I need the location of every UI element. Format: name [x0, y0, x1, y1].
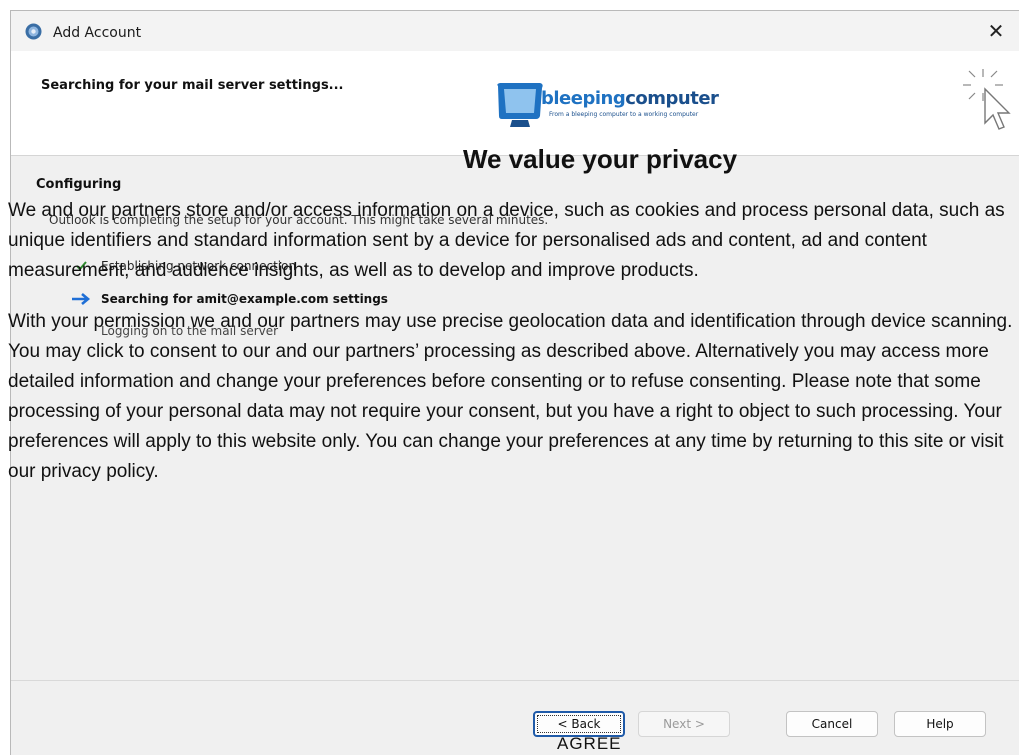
consent-line: With your permission we and our partners… [8, 311, 1013, 332]
section-title: Configuring [36, 177, 122, 192]
consent-title: We value your privacy [462, 144, 738, 174]
wizard-footer: < Back Next > Cancel Help [11, 681, 1019, 755]
monitor-logo-icon [497, 83, 543, 127]
consent-paragraph-2: With your permission we and our partners… [8, 307, 1019, 487]
privacy-policy-link[interactable]: our privacy policy. [8, 461, 159, 482]
help-button[interactable]: Help [894, 711, 986, 737]
logo-wordmark: bleepingcomputer [541, 88, 719, 109]
window-title: Add Account [53, 25, 142, 41]
consent-text: We and our partners store and/or access … [8, 196, 1019, 487]
logo-word-computer: computer [625, 88, 719, 109]
logo-word-bleeping: bleeping [541, 88, 626, 109]
consent-line: You may click to consent to our and our … [8, 341, 989, 362]
consent-paragraph-1: We and our partners store and/or access … [8, 196, 1019, 286]
consent-line: preferences will apply to this website o… [8, 431, 1004, 452]
close-icon[interactable]: ✕ [973, 11, 1019, 51]
bleepingcomputer-logo: bleepingcomputer From a bleeping compute… [494, 80, 719, 134]
agree-button[interactable]: AGREE [557, 734, 622, 754]
consent-line: processing of your personal data may not… [8, 401, 1002, 422]
cancel-button[interactable]: Cancel [786, 711, 878, 737]
consent-line: unique identifiers and standard informat… [8, 230, 927, 251]
outlook-app-icon [25, 23, 42, 40]
consent-line: detailed information and change your pre… [8, 371, 981, 392]
consent-line: measurement, and audience insights, as w… [8, 260, 699, 281]
next-button[interactable]: Next > [638, 711, 730, 737]
title-bar[interactable]: Add Account ✕ [11, 11, 1019, 51]
header-title: Searching for your mail server settings.… [41, 78, 344, 93]
logo-tagline: From a bleeping computer to a working co… [549, 111, 699, 118]
consent-line: We and our partners store and/or access … [8, 200, 1005, 221]
cursor-sparkle-icon [963, 69, 1011, 130]
